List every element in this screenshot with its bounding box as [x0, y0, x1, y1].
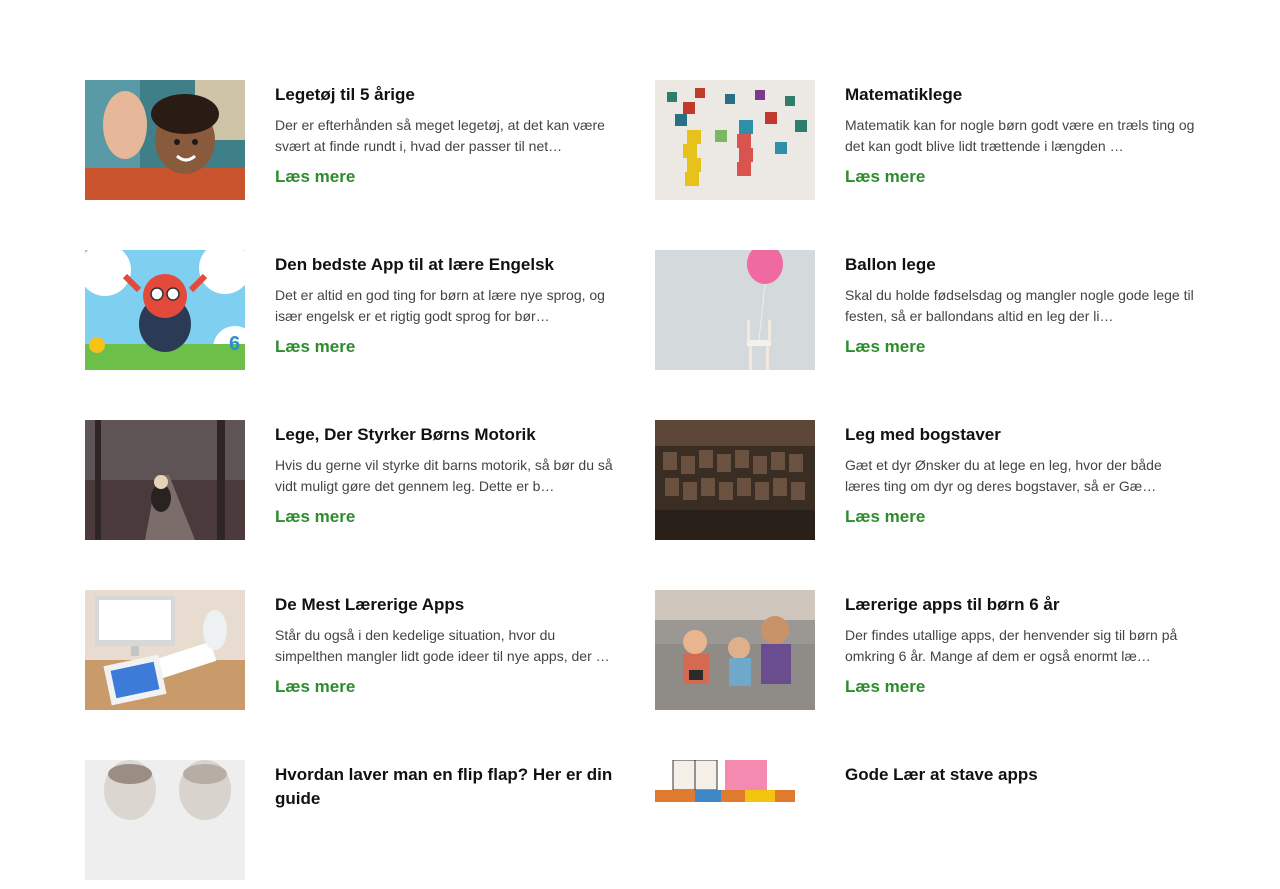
article-excerpt: Det er altid en god ting for børn at lær… [275, 287, 605, 324]
article-card: Legetøj til 5 årige Der er efterhånden s… [85, 80, 625, 200]
article-thumbnail[interactable] [85, 80, 245, 200]
article-thumbnail[interactable] [85, 760, 245, 880]
article-thumbnail[interactable] [85, 590, 245, 710]
read-more-link[interactable]: Læs mere [275, 167, 355, 187]
article-card: 6 Den bedste App til at lære Engelsk Det… [85, 250, 625, 370]
article-card: Leg med bogstaver Gæt et dyr Ønsker du a… [655, 420, 1195, 540]
article-card: De Mest Lærerige Apps Står du også i den… [85, 590, 625, 710]
read-more-link[interactable]: Læs mere [845, 167, 925, 187]
article-card: Hvordan laver man en flip flap? Her er d… [85, 760, 625, 880]
article-title[interactable]: Hvordan laver man en flip flap? Her er d… [275, 763, 625, 811]
article-title[interactable]: Leg med bogstaver [845, 423, 1195, 447]
article-title[interactable]: De Mest Lærerige Apps [275, 593, 625, 617]
article-card: Ballon lege Skal du holde fødselsdag og … [655, 250, 1195, 370]
read-more-link[interactable]: Læs mere [275, 677, 355, 697]
article-thumbnail[interactable] [655, 760, 815, 880]
article-title[interactable]: Lærerige apps til børn 6 år [845, 593, 1195, 617]
read-more-link[interactable]: Læs mere [845, 507, 925, 527]
article-card: Gode Lær at stave apps [655, 760, 1195, 880]
article-excerpt: Der findes utallige apps, der henvender … [845, 627, 1178, 664]
read-more-link[interactable]: Læs mere [275, 507, 355, 527]
article-thumbnail[interactable] [85, 420, 245, 540]
read-more-link[interactable]: Læs mere [845, 337, 925, 357]
article-title[interactable]: Ballon lege [845, 253, 1195, 277]
article-title[interactable]: Den bedste App til at lære Engelsk [275, 253, 625, 277]
article-title[interactable]: Gode Lær at stave apps [845, 763, 1195, 787]
article-card: Matematiklege Matematik kan for nogle bø… [655, 80, 1195, 200]
article-card: Lege, Der Styrker Børns Motorik Hvis du … [85, 420, 625, 540]
read-more-link[interactable]: Læs mere [275, 337, 355, 357]
read-more-link[interactable]: Læs mere [845, 677, 925, 697]
article-excerpt [845, 795, 1195, 837]
article-card: Lærerige apps til børn 6 år Der findes u… [655, 590, 1195, 710]
article-grid: Legetøj til 5 årige Der er efterhånden s… [85, 80, 1195, 880]
article-title[interactable]: Matematiklege [845, 83, 1195, 107]
article-excerpt: Skal du holde fødselsdag og mangler nogl… [845, 287, 1194, 324]
article-excerpt [275, 819, 625, 861]
article-excerpt: Matematik kan for nogle børn godt være e… [845, 117, 1195, 154]
article-thumbnail[interactable] [655, 80, 815, 200]
article-thumbnail[interactable]: 6 [85, 250, 245, 370]
article-thumbnail[interactable] [655, 590, 815, 710]
article-thumbnail[interactable] [655, 250, 815, 370]
article-thumbnail[interactable] [655, 420, 815, 540]
article-title[interactable]: Lege, Der Styrker Børns Motorik [275, 423, 625, 447]
article-excerpt: Gæt et dyr Ønsker du at lege en leg, hvo… [845, 457, 1162, 494]
article-excerpt: Hvis du gerne vil styrke dit barns motor… [275, 457, 613, 494]
article-excerpt: Står du også i den kedelige situation, h… [275, 627, 610, 664]
article-title[interactable]: Legetøj til 5 årige [275, 83, 625, 107]
svg-text:6: 6 [229, 333, 240, 355]
article-excerpt: Der er efterhånden så meget legetøj, at … [275, 117, 605, 154]
